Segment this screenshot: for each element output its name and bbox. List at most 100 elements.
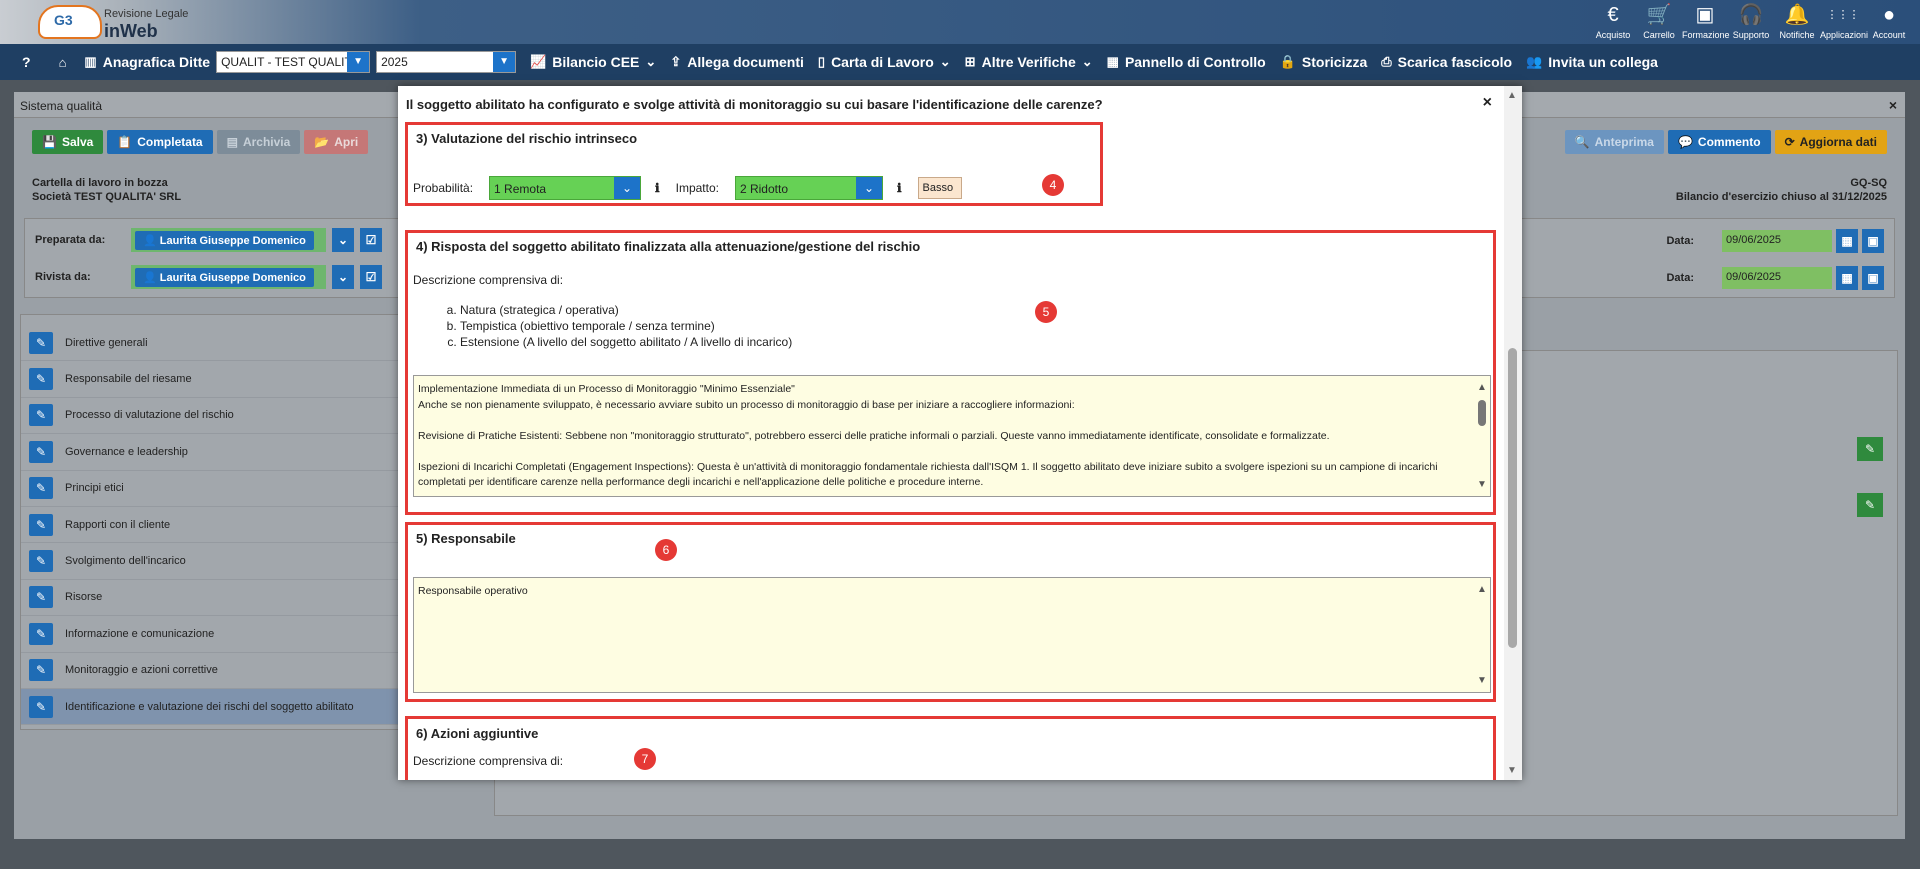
impatto-select[interactable]: 2 Ridotto ⌄: [734, 176, 883, 200]
reviewed-by-row: Rivista da: 👤 Laurita Giuseppe Domenico …: [35, 265, 382, 289]
reviewed-by-field[interactable]: 👤 Laurita Giuseppe Domenico: [131, 265, 326, 289]
edit-icon: ✎: [29, 659, 53, 682]
section-heading: 5) Responsabile: [416, 531, 516, 546]
modal-scrollbar[interactable]: ▲ ▼: [1504, 86, 1522, 780]
pannello-controllo-link[interactable]: ▦ Pannello di Controllo: [1107, 54, 1266, 70]
carrello-button[interactable]: 🛒 Carrello: [1636, 2, 1682, 40]
scroll-up-icon[interactable]: ▲: [1477, 582, 1487, 598]
calendar-icon[interactable]: ▣: [1862, 266, 1884, 290]
prepared-date-field[interactable]: 09/06/2025: [1722, 230, 1832, 252]
edit-icon: ✎: [29, 513, 53, 536]
applicazioni-button[interactable]: ⋮⋮⋮ Applicazioni: [1820, 2, 1868, 40]
notifiche-button[interactable]: 🔔 Notifiche: [1774, 2, 1820, 40]
anteprima-button[interactable]: 🔍 Anteprima: [1564, 130, 1664, 154]
close-icon[interactable]: ×: [1483, 94, 1492, 112]
bell-icon: 🔔: [1784, 4, 1810, 26]
edit-row-button[interactable]: ✎: [1857, 437, 1883, 461]
calendar-icon[interactable]: ▣: [1862, 229, 1884, 253]
sidebar-item-principi-etici[interactable]: ✎ Principi etici: [21, 471, 411, 507]
sidebar-item-direttive[interactable]: ✎ Direttive generali: [21, 325, 411, 362]
sidebar-item-informazione[interactable]: ✎ Informazione e comunicazione: [21, 616, 411, 653]
page-close-icon[interactable]: ×: [1889, 97, 1897, 113]
aggiorna-dati-button[interactable]: ⟳ Aggiorna dati: [1774, 130, 1887, 154]
section-responsabile: 5) Responsabile 6 Responsabile operativo…: [405, 522, 1496, 702]
folder-icon: 📂: [314, 135, 330, 149]
reviewed-date-row: Data: 09/06/2025 ▦ ▣: [1666, 266, 1884, 290]
calendar-icon[interactable]: ▦: [1836, 229, 1858, 253]
responsabile-textarea[interactable]: Responsabile operativo ▲ ▼: [413, 577, 1491, 693]
anagrafica-link[interactable]: ▥ Anagrafica Ditte: [84, 54, 210, 70]
scroll-down-icon[interactable]: ▼: [1507, 765, 1517, 776]
home-icon: ⌂: [58, 54, 67, 70]
users-icon: 👥: [1526, 54, 1543, 69]
clipboard-icon: 📋: [117, 135, 133, 149]
company-select[interactable]: QUALIT - TEST QUALITA' S▼: [216, 51, 371, 73]
invita-collega-link[interactable]: 👥 Invita un collega: [1526, 54, 1658, 70]
scroll-down-icon[interactable]: ▼: [1477, 477, 1487, 493]
storicizza-link[interactable]: 🔒 Storicizza: [1280, 54, 1368, 70]
logo[interactable]: G3: [38, 5, 102, 39]
sidebar-item-identificazione-rischi[interactable]: ✎ Identificazione e valutazione dei risch…: [21, 688, 411, 726]
top-icon-bar: € Acquisto 🛒 Carrello ▣ Formazione 🎧 Support…: [1590, 2, 1912, 40]
section-azioni-aggiuntive: 6) Azioni aggiuntive 7 Descrizione compr…: [405, 716, 1496, 780]
archivia-button[interactable]: ▤ Archivia: [216, 130, 301, 154]
reviewed-date-field[interactable]: 09/06/2025: [1722, 267, 1832, 289]
textarea-scrollbar[interactable]: ▲ ▼: [1476, 582, 1488, 688]
formazione-button[interactable]: ▣ Formazione: [1682, 2, 1730, 40]
user-chip: 👤 Laurita Giuseppe Domenico: [135, 267, 314, 287]
check-square-icon[interactable]: ☑: [360, 228, 382, 252]
bilancio-cee-menu[interactable]: 📈 Bilancio CEE ⌄: [530, 54, 656, 70]
edit-icon: ✎: [29, 331, 53, 354]
sidebar-item-monitoraggio[interactable]: ✎ Monitoraggio e azioni correttive: [21, 653, 411, 689]
supporto-button[interactable]: 🎧 Supporto: [1728, 2, 1774, 40]
sidebar-item-processo-valutazione[interactable]: ✎ Processo di valutazione del rischio: [21, 398, 411, 435]
scroll-up-icon[interactable]: ▲: [1507, 90, 1517, 101]
check-square-icon[interactable]: ☑: [360, 265, 382, 289]
help-button[interactable]: ?: [22, 54, 31, 70]
edit-icon: ✎: [29, 695, 53, 718]
edit-icon: ✎: [29, 477, 53, 500]
callout-badge: 7: [634, 748, 656, 770]
section-heading: 6) Azioni aggiuntive: [416, 726, 539, 741]
altre-verifiche-menu[interactable]: ⊞ Altre Verifiche ⌄: [965, 54, 1093, 70]
chevron-down-icon[interactable]: ⌄: [332, 265, 354, 289]
info-icon[interactable]: ℹ: [655, 181, 660, 195]
acquisto-button[interactable]: € Acquisto: [1590, 2, 1636, 40]
allega-documenti-link[interactable]: ⇪ Allega documenti: [670, 54, 804, 70]
comment-icon: 💬: [1677, 135, 1693, 149]
response-textarea[interactable]: Implementazione Immediata di un Processo…: [413, 375, 1491, 497]
year-select[interactable]: 2025 ▼: [376, 51, 517, 73]
scroll-down-icon[interactable]: ▼: [1477, 673, 1487, 689]
chevron-down-icon: ⌄: [855, 177, 882, 199]
probabilita-select[interactable]: 1 Remota ⌄: [489, 176, 642, 200]
scroll-thumb[interactable]: [1478, 400, 1486, 426]
chart-icon: 📈: [530, 54, 547, 69]
info-icon[interactable]: ℹ: [897, 181, 902, 195]
commento-button[interactable]: 💬 Commento: [1667, 130, 1771, 154]
account-icon: ●: [1882, 4, 1896, 26]
completata-button[interactable]: 📋 Completata: [107, 130, 213, 154]
sidebar-item-governance[interactable]: ✎ Governance e leadership: [21, 434, 411, 471]
account-button[interactable]: ● Account: [1866, 2, 1912, 40]
prepared-by-field[interactable]: 👤 Laurita Giuseppe Domenico: [131, 228, 326, 252]
sidebar-item-rapporti-cliente[interactable]: ✎ Rapporti con il cliente: [21, 507, 411, 544]
carta-di-lavoro-menu[interactable]: ▯ Carta di Lavoro ⌄: [818, 54, 951, 70]
textarea-scrollbar[interactable]: ▲ ▼: [1476, 380, 1488, 492]
apri-button[interactable]: 📂 Apri: [304, 130, 369, 154]
chevron-down-icon[interactable]: ⌄: [332, 228, 354, 252]
salva-button[interactable]: 💾 Salva: [32, 130, 104, 154]
sidebar-item-responsabile-riesame[interactable]: ✎ Responsabile del riesame: [21, 361, 411, 398]
section-heading: 4) Risposta del soggetto abilitato final…: [416, 239, 921, 254]
file-icon: ▯: [817, 54, 826, 69]
home-button[interactable]: ⌂: [59, 55, 67, 70]
scarica-fascicolo-link[interactable]: ⎙ Scarica fascicolo: [1381, 54, 1512, 70]
scroll-thumb[interactable]: [1508, 348, 1517, 648]
action-buttons-right: 🔍 Anteprima 💬 Commento ⟳ Aggiorna dati: [1564, 130, 1887, 154]
calendar-icon[interactable]: ▦: [1836, 266, 1858, 290]
edit-row-button[interactable]: ✎: [1857, 493, 1883, 517]
building-icon: ▥: [84, 54, 97, 69]
scroll-up-icon[interactable]: ▲: [1477, 380, 1487, 396]
chevron-down-icon: ⌄: [939, 54, 951, 69]
sidebar-item-risorse[interactable]: ✎ Risorse: [21, 580, 411, 617]
sidebar-item-svolgimento[interactable]: ✎ Svolgimento dell'incarico: [21, 543, 411, 580]
